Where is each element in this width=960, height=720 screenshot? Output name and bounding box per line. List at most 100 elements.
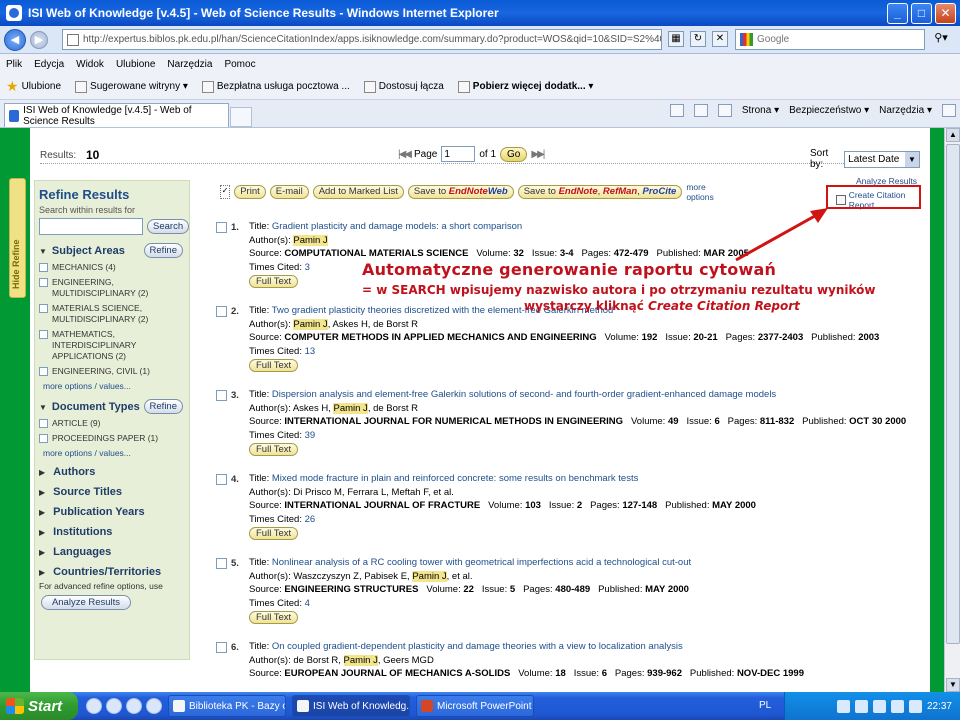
checkbox[interactable]: [39, 304, 48, 313]
full-text-button[interactable]: Full Text: [249, 275, 299, 288]
fav-suggested-sites[interactable]: Sugerowane witryny ▾: [75, 80, 188, 93]
go-button[interactable]: Go: [500, 146, 528, 162]
subject-item[interactable]: MATERIALS SCIENCE, MULTIDISCIPLINARY (2): [39, 303, 189, 325]
doctype-more-link[interactable]: more options / values...: [39, 448, 189, 458]
feeds-icon[interactable]: [693, 104, 708, 117]
sidebar-analyze-button[interactable]: Analyze Results: [41, 595, 131, 610]
page-input[interactable]: [441, 146, 476, 162]
full-text-button[interactable]: Full Text: [249, 527, 299, 540]
last-page-icon[interactable]: ▶▶|: [531, 149, 545, 160]
quick-launch-icon[interactable]: [126, 698, 142, 714]
menu-tools[interactable]: Narzędzia: [167, 59, 212, 70]
task-isi-web[interactable]: ISI Web of Knowledg...: [292, 695, 410, 717]
more-options-link[interactable]: more options: [686, 182, 720, 202]
checkbox[interactable]: [39, 419, 48, 428]
facet-languages[interactable]: ▶ Languages: [35, 546, 189, 558]
full-text-button[interactable]: Full Text: [249, 443, 299, 456]
task-biblioteka[interactable]: Biblioteka PK - Bazy o...: [168, 695, 286, 717]
favorites-button[interactable]: ★ Ulubione: [0, 78, 61, 95]
subject-item[interactable]: ENGINEERING, MULTIDISCIPLINARY (2): [39, 277, 189, 299]
scroll-up-icon[interactable]: ▲: [946, 128, 960, 142]
search-within-input[interactable]: [39, 218, 143, 235]
close-button[interactable]: ✕: [935, 2, 956, 24]
task-powerpoint[interactable]: Microsoft PowerPoint ...: [416, 695, 534, 717]
scroll-down-icon[interactable]: ▼: [946, 678, 960, 692]
times-cited-link[interactable]: 26: [305, 514, 316, 525]
quick-launch-icon[interactable]: [146, 698, 162, 714]
tray-icon[interactable]: [872, 699, 886, 713]
facet-authors[interactable]: ▶ Authors: [35, 466, 189, 478]
facet-countries[interactable]: ▶ Countries/Territories: [35, 566, 189, 578]
quick-launch-icon[interactable]: [86, 698, 102, 714]
back-button[interactable]: ◀: [4, 28, 26, 51]
add-marked-list-button[interactable]: Add to Marked List: [312, 185, 404, 199]
times-cited-link[interactable]: 13: [305, 346, 316, 357]
search-magnifier-icon[interactable]: ⚲▾: [928, 31, 954, 48]
menu-view[interactable]: Widok: [76, 59, 104, 70]
print-button[interactable]: Print: [234, 185, 266, 199]
refresh-icon[interactable]: ↻: [690, 31, 706, 47]
tray-icon[interactable]: [854, 699, 868, 713]
checkbox[interactable]: [39, 367, 48, 376]
record-checkbox[interactable]: [216, 558, 227, 569]
record-title-link[interactable]: Mixed mode fracture in plain and reinfor…: [272, 473, 638, 484]
record-title-link[interactable]: On coupled gradient-dependent plasticity…: [272, 641, 683, 652]
checkbox[interactable]: [39, 434, 48, 443]
help-icon[interactable]: [942, 104, 956, 117]
times-cited-link[interactable]: 3: [305, 262, 310, 273]
search-input[interactable]: [757, 34, 917, 45]
print-icon[interactable]: [717, 104, 732, 117]
times-cited-link[interactable]: 39: [305, 430, 316, 441]
fav-customize-links[interactable]: Dostosuj łącza: [363, 80, 444, 93]
tab-web-of-science[interactable]: ISI Web of Knowledge [v.4.5] - Web of Sc…: [4, 103, 229, 127]
record-checkbox[interactable]: [216, 474, 227, 485]
full-text-button[interactable]: Full Text: [249, 359, 299, 372]
home-icon[interactable]: [669, 104, 684, 117]
full-text-button[interactable]: Full Text: [249, 611, 299, 624]
checkbox[interactable]: [39, 278, 48, 287]
refine-doctype-button[interactable]: Refine: [143, 399, 183, 414]
menu-help[interactable]: Pomoc: [224, 59, 255, 70]
subject-item[interactable]: ENGINEERING, CIVIL (1): [39, 366, 189, 377]
checkbox[interactable]: [39, 263, 48, 272]
email-button[interactable]: E-mail: [269, 185, 309, 199]
fav-free-mail[interactable]: Bezpłatna usługa pocztowa ...: [201, 80, 350, 93]
facet-institutions[interactable]: ▶ Institutions: [35, 526, 189, 538]
search-box[interactable]: [735, 29, 925, 50]
hide-refine-tab[interactable]: Hide Refine: [9, 178, 26, 298]
triangle-down-icon[interactable]: ▼: [39, 247, 47, 256]
times-cited-link[interactable]: 4: [305, 598, 310, 609]
vertical-scrollbar[interactable]: ▲ ▼: [944, 128, 960, 692]
subject-item[interactable]: MATHEMATICS, INTERDISCIPLINARY APPLICATI…: [39, 329, 189, 362]
forward-button[interactable]: ▶: [30, 30, 48, 49]
record-title-link[interactable]: Gradient plasticity and damage models: a…: [272, 221, 522, 232]
compatibility-icon[interactable]: ▦: [668, 31, 684, 47]
save-endnote-button[interactable]: Save to EndNote, RefMan, ProCite: [517, 185, 683, 199]
subject-item[interactable]: MECHANICS (4): [39, 262, 189, 273]
menu-edit[interactable]: Edycja: [34, 59, 64, 70]
subject-more-link[interactable]: more options / values...: [39, 381, 189, 391]
checkbox[interactable]: [39, 330, 48, 339]
save-endnote-web-button[interactable]: Save to EndNoteWeb: [407, 185, 514, 199]
cmd-tools[interactable]: Narzędzia ▾: [879, 105, 932, 116]
url-field[interactable]: http://expertus.biblos.pk.edu.pl/han/Sci…: [62, 29, 662, 50]
start-button[interactable]: Start: [0, 692, 78, 720]
fav-get-addons[interactable]: Pobierz więcej dodatk... ▾: [457, 80, 593, 93]
sort-select[interactable]: Latest Date ▼: [844, 150, 920, 168]
menu-file[interactable]: Plik: [6, 59, 22, 70]
minimize-button[interactable]: _: [887, 2, 908, 24]
tray-icon[interactable]: [836, 699, 850, 713]
doctype-item[interactable]: ARTICLE (9): [39, 418, 189, 429]
language-indicator[interactable]: PL: [759, 700, 771, 711]
tray-icon[interactable]: [890, 699, 904, 713]
search-within-button[interactable]: Search: [147, 219, 190, 234]
cmd-page[interactable]: Strona ▾: [742, 105, 779, 116]
facet-source-titles[interactable]: ▶ Source Titles: [35, 486, 189, 498]
refine-subject-button[interactable]: Refine: [143, 243, 183, 258]
doctype-item[interactable]: PROCEEDINGS PAPER (1): [39, 433, 189, 444]
first-page-icon[interactable]: |◀◀: [398, 149, 412, 160]
quick-launch-icon[interactable]: [106, 698, 122, 714]
new-tab-button[interactable]: [230, 107, 252, 127]
record-checkbox[interactable]: [216, 390, 227, 401]
record-checkbox[interactable]: [216, 306, 227, 317]
